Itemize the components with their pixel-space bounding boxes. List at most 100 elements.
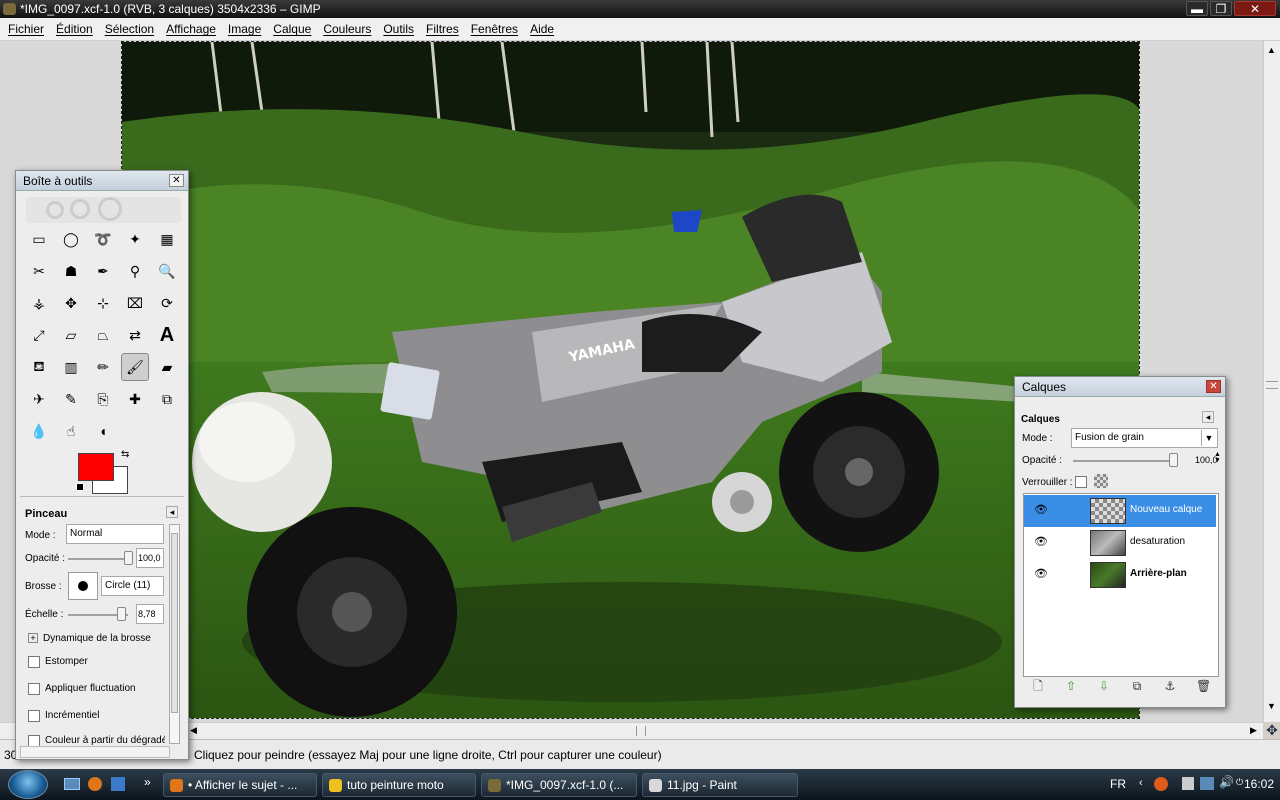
measure-icon[interactable]: ⚶ (25, 289, 53, 317)
menu-calque[interactable]: Calque (267, 22, 317, 36)
foreground-select-icon[interactable]: ☗ (57, 257, 85, 285)
layer-opacity-slider[interactable] (1073, 460, 1173, 462)
menu-filtres[interactable]: Filtres (420, 22, 465, 36)
close-button[interactable]: ✕ (1234, 1, 1276, 16)
start-button[interactable] (8, 770, 48, 799)
options-scrollbar[interactable] (169, 524, 180, 744)
paintbrush-icon[interactable]: 🖌 (121, 353, 149, 381)
layer-name[interactable]: Arrière-plan (1130, 568, 1187, 579)
volume-icon[interactable]: 🔊 (1219, 775, 1234, 789)
taskbar-task[interactable]: tuto peinture moto (322, 773, 476, 797)
rect-select-icon[interactable]: ▭ (25, 225, 53, 253)
layers-tab-label[interactable]: Calques (1021, 414, 1060, 425)
mode-select[interactable]: Normal (66, 524, 164, 544)
taskbar-task[interactable]: • Afficher le sujet - ... (163, 773, 317, 797)
spin-icon[interactable]: ▲ ▼ (1214, 451, 1221, 464)
color-select-icon[interactable]: ▦ (153, 225, 181, 253)
show-desktop-icon[interactable] (64, 778, 80, 790)
language-indicator[interactable]: FR (1110, 777, 1126, 791)
clock[interactable]: 16:02 (1244, 777, 1274, 791)
menu-couleurs[interactable]: Couleurs (317, 22, 377, 36)
layer-opacity-thumb[interactable] (1169, 453, 1178, 467)
network-icon[interactable] (1200, 777, 1214, 790)
smudge-icon[interactable]: ☝ (57, 417, 85, 445)
color-area[interactable]: ⇆ (76, 449, 129, 494)
pencil-icon[interactable]: ✏ (89, 353, 117, 381)
layer-row[interactable]: 👁 Nouveau calque (1024, 495, 1216, 527)
align-icon[interactable]: ⊹ (89, 289, 117, 317)
wilber-drop-area[interactable] (26, 197, 181, 223)
chevron-left-icon[interactable]: ‹ (1139, 777, 1143, 789)
menu-fenetres[interactable]: Fenêtres (465, 22, 524, 36)
opacity-slider[interactable] (68, 558, 128, 560)
menu-selection[interactable]: Sélection (99, 22, 160, 36)
dodge-burn-icon[interactable]: ◖ (89, 417, 117, 445)
layer-row[interactable]: 👁 desaturation (1024, 527, 1216, 559)
taskbar-task[interactable]: 11.jpg - Paint (642, 773, 798, 797)
layers-close-button[interactable]: ✕ (1206, 380, 1221, 393)
shear-icon[interactable]: ▱ (57, 321, 85, 349)
free-select-icon[interactable]: ➰ (89, 225, 117, 253)
ink-icon[interactable]: ✎ (57, 385, 85, 413)
zoom-icon[interactable]: 🔍 (153, 257, 181, 285)
scroll-thumb[interactable] (1266, 381, 1278, 389)
perspective-icon[interactable]: ⏢ (89, 321, 117, 349)
crop-icon[interactable]: ⌧ (121, 289, 149, 317)
image-canvas[interactable]: YAMAHA (121, 41, 1140, 719)
power-icon[interactable]: ⏻ (1236, 777, 1243, 788)
menu-affichage[interactable]: Affichage (160, 22, 222, 36)
lock-alpha-checkbox[interactable] (1075, 476, 1087, 488)
layer-name[interactable]: desaturation (1130, 536, 1185, 547)
color-picker-icon[interactable]: ⚲ (121, 257, 149, 285)
brush-name-field[interactable]: Circle (11) (101, 576, 164, 596)
scale-slider-thumb[interactable] (116, 607, 126, 621)
swap-colors-icon[interactable]: ⇆ (121, 449, 129, 460)
fade-checkbox[interactable] (28, 656, 40, 668)
fuzzy-select-icon[interactable]: ✦ (121, 225, 149, 253)
switch-windows-icon[interactable] (111, 777, 125, 791)
menu-image[interactable]: Image (222, 22, 267, 36)
new-layer-icon[interactable]: 🗋 (1031, 679, 1045, 693)
scissors-select-icon[interactable]: ✂ (25, 257, 53, 285)
brush-preview[interactable] (68, 572, 98, 600)
menu-fichier[interactable]: Fichier (2, 22, 50, 36)
eye-icon[interactable]: 👁 (1034, 537, 1048, 548)
menu-aide[interactable]: Aide (524, 22, 560, 36)
duplicate-layer-icon[interactable]: ⧉ (1130, 679, 1144, 693)
vertical-scrollbar[interactable]: ▲ ▼ (1263, 41, 1280, 722)
ellipse-select-icon[interactable]: ◯ (57, 225, 85, 253)
options-hscrollbar[interactable] (20, 746, 170, 758)
toolbox-close-button[interactable]: ✕ (169, 174, 184, 187)
scroll-left-icon[interactable]: ◀ (190, 725, 197, 736)
incremental-checkbox[interactable] (28, 710, 40, 722)
blend-icon[interactable]: ▥ (57, 353, 85, 381)
chevron-right-icon[interactable]: » (144, 775, 151, 789)
eraser-icon[interactable]: ▰ (153, 353, 181, 381)
opacity-value-field[interactable]: 100,0 (136, 548, 164, 568)
blur-icon[interactable]: 💧 (25, 417, 53, 445)
brush-dynamics-label[interactable]: Dynamique de la brosse (43, 633, 151, 644)
lower-layer-icon[interactable]: ⇩ (1097, 679, 1111, 693)
layer-row[interactable]: 👁 Arrière-plan (1024, 559, 1216, 591)
options-menu-icon[interactable]: ◂ (166, 506, 178, 518)
taskbar-task[interactable]: *IMG_0097.xcf-1.0 (... (481, 773, 637, 797)
foreground-color-swatch[interactable] (78, 453, 114, 481)
scale-value-field[interactable]: 8,78 (136, 604, 164, 624)
scroll-right-icon[interactable]: ▶ (1250, 725, 1257, 736)
heal-icon[interactable]: ✚ (121, 385, 149, 413)
clone-icon[interactable]: ⎘ (89, 385, 117, 413)
maximize-button[interactable]: ❐ (1210, 1, 1232, 16)
layers-menu-icon[interactable]: ◂ (1202, 411, 1214, 423)
move-icon[interactable]: ✥ (57, 289, 85, 317)
layer-mode-select[interactable]: Fusion de grain (1071, 428, 1218, 448)
delete-layer-icon[interactable]: 🗑 (1196, 679, 1211, 693)
expand-icon[interactable]: + (28, 633, 38, 643)
tray-device-icon[interactable] (1182, 777, 1194, 790)
eye-icon[interactable]: 👁 (1034, 569, 1048, 580)
eye-icon[interactable]: 👁 (1034, 505, 1048, 516)
scale-icon[interactable]: ⤢ (25, 321, 53, 349)
text-icon[interactable]: A (153, 321, 181, 349)
anchor-layer-icon[interactable]: ⚓ (1163, 679, 1177, 693)
airbrush-icon[interactable]: ✈ (25, 385, 53, 413)
tray-app-icon[interactable] (1154, 777, 1168, 791)
